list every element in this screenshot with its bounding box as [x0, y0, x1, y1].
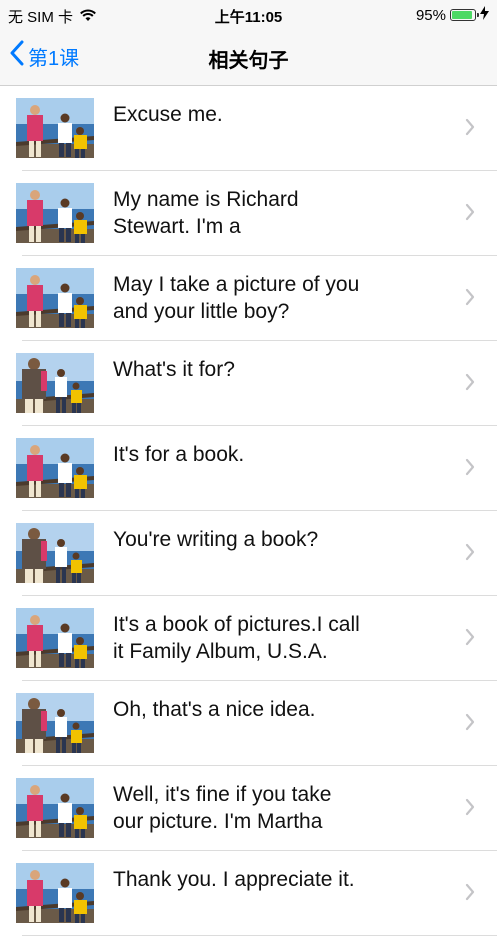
sentence-text: It's a book of pictures.I call it Family…: [113, 613, 360, 663]
list-item-5[interactable]: It's for a book.: [0, 426, 497, 511]
sentence-text: May I take a picture of you and your lit…: [113, 273, 360, 323]
chevron-right-icon: [465, 713, 475, 736]
chevron-right-icon: [465, 203, 475, 226]
list-item-9[interactable]: Well, it's fine if you take our picture.…: [0, 766, 497, 851]
chevron-right-icon: [465, 543, 475, 566]
list-item-2[interactable]: My name is Richard Stewart. I'm a photog…: [0, 171, 497, 256]
list-item-4[interactable]: What's it for?: [0, 341, 497, 426]
list-item-8[interactable]: Oh, that's a nice idea.: [0, 681, 497, 766]
sentence-text: Excuse me.: [113, 103, 223, 126]
battery-fill: [452, 11, 472, 19]
list-item-3[interactable]: May I take a picture of you and your lit…: [0, 256, 497, 341]
chevron-right-icon: [465, 628, 475, 651]
battery-percent: 95%: [415, 6, 446, 24]
thumbnail-image: [16, 778, 94, 838]
list-item-10[interactable]: Thank you. I appreciate it.: [0, 851, 497, 936]
sentence-text: You're writing a book?: [113, 528, 319, 551]
charging-bolt-icon: [480, 6, 489, 24]
sentence-text: Oh, that's a nice idea.: [113, 698, 316, 721]
sentence-text: My name is Richard Stewart. I'm a photog…: [113, 188, 299, 238]
battery-group: 95%: [416, 6, 489, 24]
list-item-7[interactable]: It's a book of pictures.I call it Family…: [0, 596, 497, 681]
sentence-text: Thank you. I appreciate it.: [113, 868, 355, 891]
thumbnail-image: [16, 183, 94, 243]
navigation-bar: 第1课 相关句子: [0, 30, 497, 86]
chevron-right-icon: [465, 118, 475, 141]
thumbnail-image: [16, 608, 94, 668]
chevron-right-icon: [465, 458, 475, 481]
page-title: 相关句子: [208, 50, 289, 72]
chevron-right-icon: [465, 883, 475, 906]
chevron-right-icon: [465, 798, 475, 821]
thumbnail-image: [16, 353, 94, 413]
thumbnail-image: [16, 863, 94, 923]
thumbnail-image: [16, 268, 94, 328]
thumbnail-image: [16, 693, 94, 753]
chevron-right-icon: [465, 288, 475, 311]
sentence-text: It's for a book.: [113, 443, 245, 466]
list-item-1[interactable]: Excuse me.: [0, 86, 497, 171]
thumbnail-image: [16, 438, 94, 498]
sentence-list: Excuse me. My name is Richard Stewart. I…: [0, 86, 497, 936]
thumbnail-image: [16, 523, 94, 583]
list-item-6[interactable]: You're writing a book?: [0, 511, 497, 596]
thumbnail-image: [16, 98, 94, 158]
sentence-text: What's it for?: [113, 358, 235, 381]
chevron-right-icon: [465, 373, 475, 396]
sentence-text: Well, it's fine if you take our picture.…: [113, 783, 332, 833]
battery-icon: [450, 9, 479, 21]
status-bar: 无 SIM 卡 上午11:05 95%: [0, 0, 497, 30]
